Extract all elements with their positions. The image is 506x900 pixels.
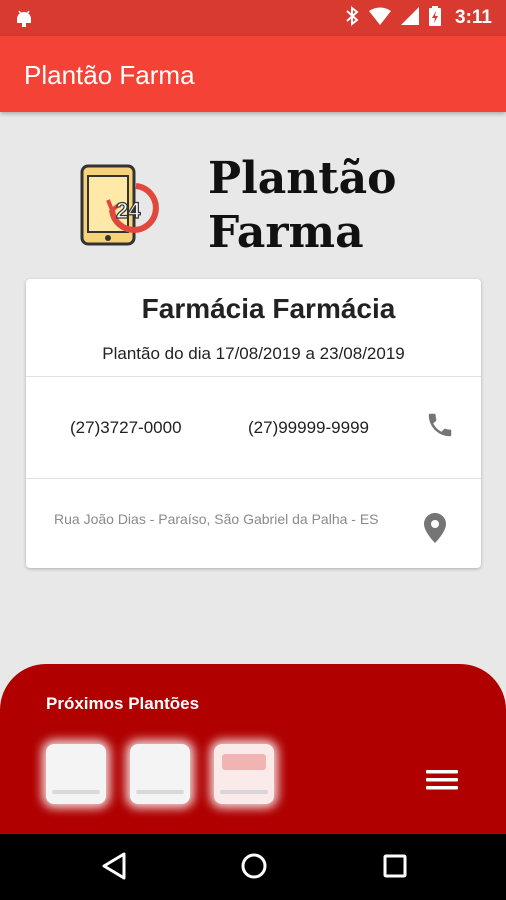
pharmacy-thumbnail-1[interactable] [46, 744, 106, 804]
brand-title-line1: Plantão [208, 153, 397, 204]
android-icon [14, 8, 34, 33]
status-bar: 3:11 [0, 0, 506, 36]
divider [26, 478, 481, 479]
bluetooth-icon [345, 5, 359, 31]
brand-header: 24 Plantão Farma [0, 112, 506, 278]
home-icon[interactable] [239, 851, 269, 886]
location-pin-icon[interactable] [424, 513, 446, 548]
battery-charging-icon [429, 5, 442, 31]
signal-icon [401, 6, 420, 30]
call-icon[interactable] [425, 410, 455, 445]
wifi-icon [369, 7, 392, 30]
app-title: Plantão Farma [24, 60, 195, 90]
brand-title: Plantão Farma [208, 152, 396, 260]
brand-title-line2: Farma [208, 207, 364, 258]
phone-number-1[interactable]: (27)3727-0000 [70, 418, 182, 438]
svg-text:24: 24 [116, 198, 141, 223]
next-shifts-title: Próximos Plantões [46, 694, 200, 713]
menu-icon[interactable] [426, 768, 458, 797]
phone-24h-icon: 24 [78, 164, 164, 250]
app-bar: Plantão Farma [0, 36, 506, 112]
status-time: 3:11 [455, 7, 492, 28]
system-navigation-bar [0, 834, 506, 900]
recents-icon[interactable] [381, 851, 409, 886]
divider [26, 376, 481, 377]
phone-number-2[interactable]: (27)99999-9999 [248, 418, 369, 438]
shift-period: Plantão do dia 17/08/2019 a 23/08/2019 [102, 344, 405, 363]
pharmacy-card: Farmácia Farmácia Plantão do dia 17/08/2… [26, 279, 481, 568]
next-shifts-panel: Próximos Plantões [0, 664, 506, 834]
pharmacy-thumbnail-2[interactable] [130, 744, 190, 804]
back-icon[interactable] [100, 851, 128, 886]
pharmacy-address: Rua João Dias - Paraíso, São Gabriel da … [54, 511, 379, 527]
pharmacy-name: Farmácia Farmácia [141, 293, 396, 324]
pharmacy-thumbnail-3[interactable] [214, 744, 274, 804]
